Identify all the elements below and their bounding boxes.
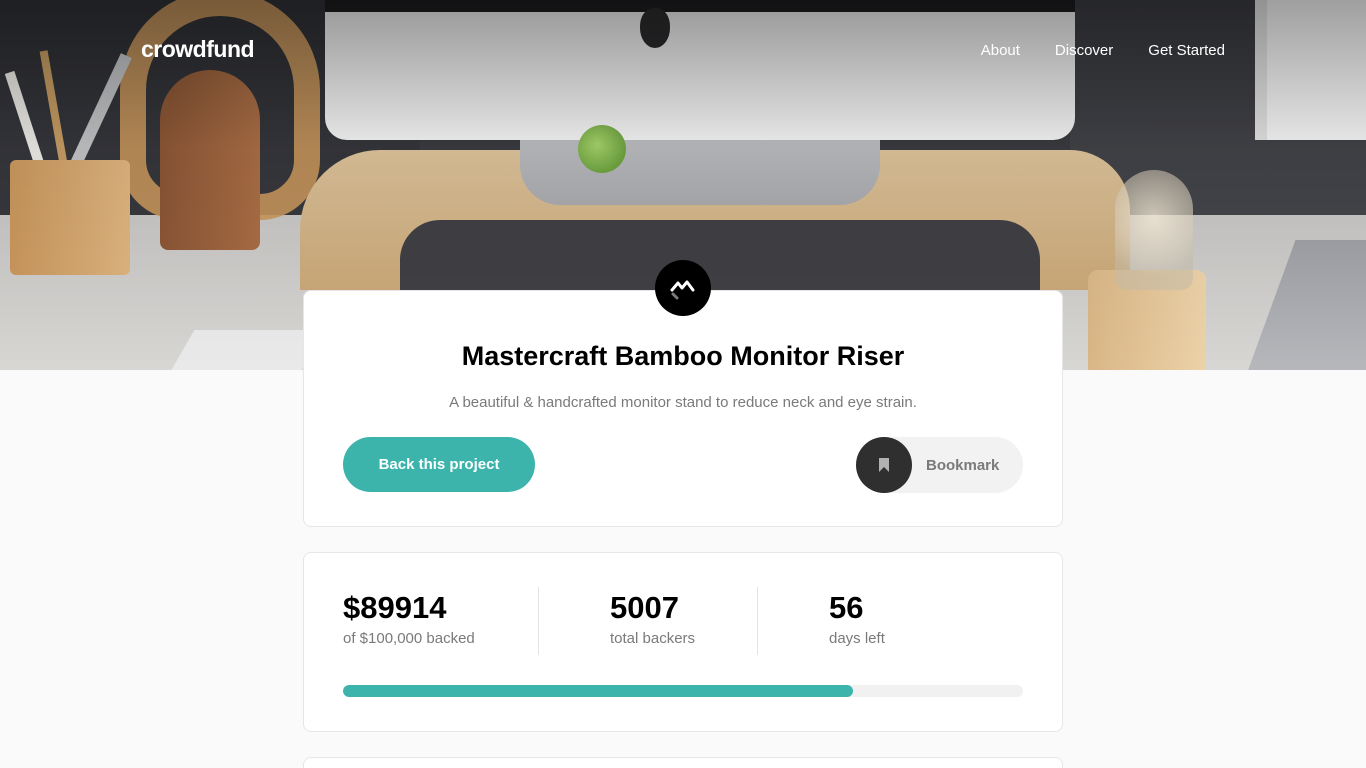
nav-link-get-started[interactable]: Get Started <box>1148 42 1225 59</box>
project-stats-card: $89914 of $100,000 backed 5007 total bac… <box>303 552 1063 732</box>
project-intro-card: Mastercraft Bamboo Monitor Riser A beaut… <box>303 290 1063 527</box>
nav-link-about[interactable]: About <box>981 42 1020 59</box>
bookmark-label: Bookmark <box>926 456 1000 474</box>
project-description: A beautiful & handcrafted monitor stand … <box>449 394 917 411</box>
backed-label: of $100,000 backed <box>343 630 475 648</box>
total-backers: 5007 <box>610 590 679 625</box>
funding-progress-fill <box>343 685 853 697</box>
about-project-card <box>303 757 1063 768</box>
days-left: 56 <box>829 590 864 625</box>
bookmark-button[interactable]: Bookmark <box>856 437 1023 493</box>
funding-progress-bar <box>343 685 1023 697</box>
back-project-button[interactable]: Back this project <box>343 437 535 492</box>
stat-backed: $89914 of $100,000 backed <box>343 589 475 647</box>
stat-backers: 5007 total backers <box>610 589 695 647</box>
stat-divider <box>757 587 758 655</box>
mastercraft-logo-glyph <box>670 280 695 300</box>
bookmark-icon <box>856 437 912 493</box>
site-logo[interactable]: crowdfund <box>141 36 255 63</box>
project-title: Mastercraft Bamboo Monitor Riser <box>461 341 905 371</box>
main-nav: About Discover Get Started <box>981 42 1225 59</box>
backed-amount: $89914 <box>343 590 447 625</box>
bookmark-glyph <box>879 458 889 472</box>
stat-days: 56 days left <box>829 589 885 647</box>
backers-label: total backers <box>610 630 696 648</box>
mastercraft-logo-icon <box>655 260 711 316</box>
nav-link-discover[interactable]: Discover <box>1055 42 1113 59</box>
stat-divider <box>538 587 539 655</box>
days-label: days left <box>829 630 885 648</box>
